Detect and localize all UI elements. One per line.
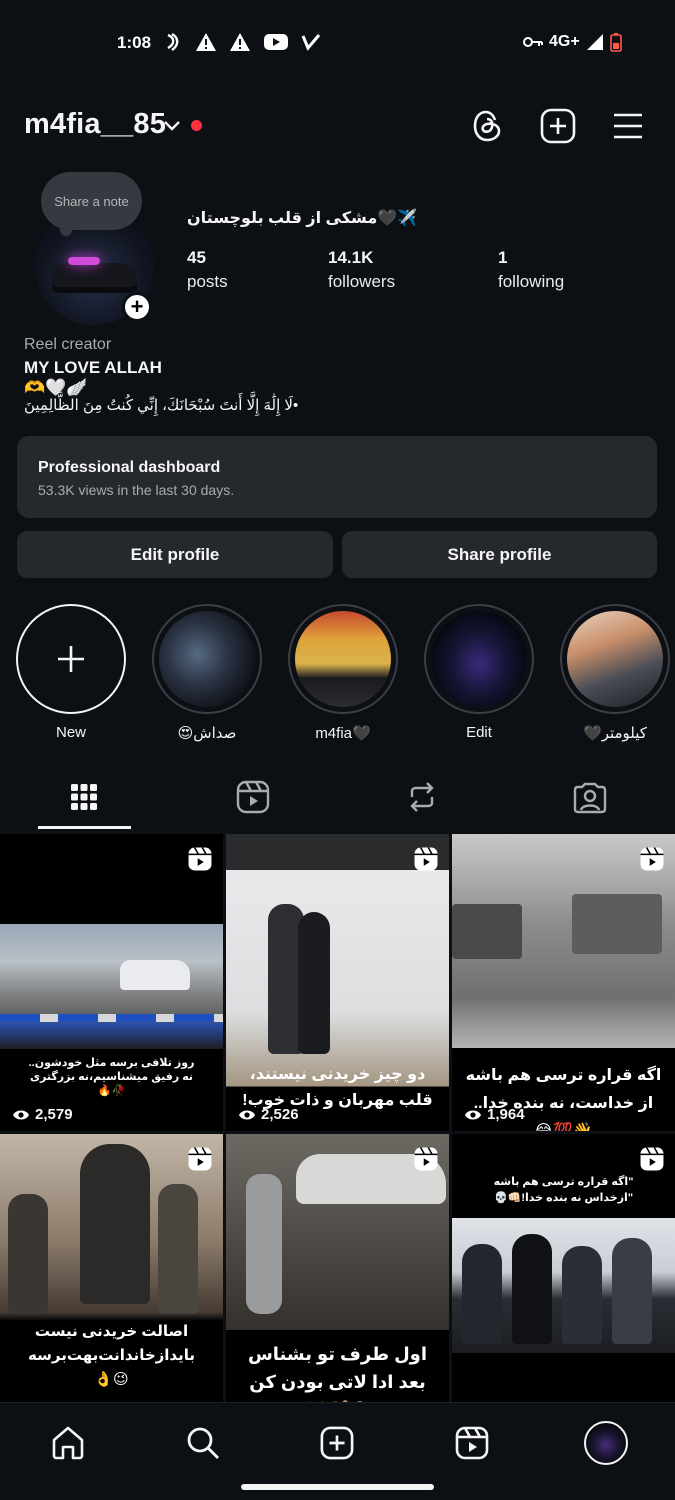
highlight-new[interactable]: New [16, 604, 126, 741]
reels-icon [455, 1426, 489, 1460]
view-count-text: 1,964 [487, 1106, 525, 1123]
plus-icon [58, 646, 84, 672]
post-caption: روز تلافی برسه مثل خودشون.. نه رفیق میشن… [28, 1057, 195, 1097]
profile-category: Reel creator [24, 336, 112, 353]
stat-label: following [498, 272, 565, 291]
nav-search[interactable] [181, 1421, 225, 1465]
menu-button[interactable] [608, 106, 648, 146]
highlight-item[interactable]: m4fia🖤 [288, 604, 398, 742]
post-tile[interactable]: اگه قراره ترسی هم باشه از خداست، نه بنده… [452, 834, 675, 1131]
add-story-button[interactable]: + [122, 292, 152, 322]
share-profile-button[interactable]: Share profile [342, 531, 657, 578]
highlight-item[interactable]: 😍صداش [152, 604, 262, 742]
create-button[interactable] [538, 106, 578, 146]
tagged-icon [573, 782, 607, 814]
highlight-label: 😍صداش [177, 725, 237, 742]
chevron-down-icon[interactable] [162, 116, 182, 136]
post-tile[interactable]: روز تلافی برسه مثل خودشون.. نه رفیق میشن… [0, 834, 223, 1131]
reels-icon [414, 847, 438, 871]
eye-icon [465, 1110, 481, 1119]
tab-posts-grid[interactable] [38, 772, 130, 822]
nav-home[interactable] [46, 1421, 90, 1465]
bio-line: 🫶🤍🪽 [24, 378, 88, 397]
stat-label: followers [328, 272, 396, 291]
dashboard-subtitle: 53.3K views in the last 30 days. [38, 482, 235, 498]
reels-icon [414, 1147, 438, 1171]
menu-icon [614, 113, 642, 139]
nav-profile[interactable] [584, 1421, 628, 1465]
view-count-text: 2,526 [261, 1106, 299, 1123]
eye-icon [239, 1110, 255, 1119]
reels-icon [188, 1147, 212, 1171]
view-count: 2,579 [12, 1106, 73, 1123]
post-tile[interactable]: دو چیز خریدنی نیستند، قلب مهربان و ذات خ… [226, 834, 449, 1131]
network-type: 4G+ [549, 33, 580, 50]
professional-dashboard[interactable]: Professional dashboard 53.3K views in th… [17, 436, 657, 518]
threads-button[interactable] [468, 106, 508, 146]
threads-icon [473, 110, 501, 142]
alert-icon [196, 33, 216, 51]
alert-icon [230, 33, 250, 51]
edit-profile-button[interactable]: Edit profile [17, 531, 333, 578]
active-tab-indicator [38, 826, 131, 829]
nav-reels[interactable] [450, 1421, 494, 1465]
check-icon [301, 34, 321, 51]
highlight-label: 🖤کیلومتر [583, 725, 647, 742]
profile-display-name: مشکی از قلب بلوچستان🖤✈️ [187, 210, 418, 227]
stat-label: posts [187, 272, 228, 291]
grid-icon [71, 784, 97, 810]
vpn-key-icon [523, 37, 543, 47]
eye-icon [13, 1110, 29, 1119]
reposts-icon [410, 782, 434, 812]
reels-icon [188, 847, 212, 871]
tab-reposts[interactable] [376, 772, 468, 822]
bio-line: لَا إِلَٰهَ إِلَّا أَنتَ سُبْحَانَكَ، إِ… [24, 397, 299, 414]
profile-avatar [584, 1421, 628, 1465]
highlight-label: Edit [466, 724, 492, 741]
post-tile[interactable]: اصالت خریدنی نیست بایدازخاندانت‌بهت‌برسه… [0, 1134, 223, 1431]
nav-create[interactable] [315, 1421, 359, 1465]
post-caption: اصالت خریدنی نیست بایدازخاندانت‌بهت‌برسه… [28, 1323, 195, 1388]
gesture-home-bar[interactable] [241, 1484, 434, 1490]
signal-icon [586, 34, 603, 50]
highlight-label: m4fia🖤 [315, 725, 371, 742]
status-time: 1:08 [117, 33, 152, 52]
search-icon [187, 1427, 219, 1459]
create-icon [540, 108, 576, 144]
youtube-icon [264, 34, 288, 50]
stat-posts[interactable]: 45 posts [187, 248, 228, 292]
tab-tagged[interactable] [544, 772, 636, 822]
post-tile[interactable]: "اگه قراره ترسی هم باشه "ازخداس نه بنده … [452, 1134, 675, 1431]
notification-dot [191, 120, 202, 131]
view-count: 1,964 [464, 1106, 525, 1123]
status-bar: 1:08 4G+ [0, 28, 675, 58]
reels-icon [640, 847, 664, 871]
highlight-item[interactable]: Edit [424, 604, 534, 741]
stat-value: 1 [498, 248, 508, 267]
view-count: 2,526 [238, 1106, 299, 1123]
bio-line: MY LOVE ALLAH [24, 358, 162, 377]
post-caption: "اگه قراره ترسی هم باشه "ازخداس نه بنده … [493, 1176, 634, 1204]
stat-value: 14.1K [328, 248, 374, 267]
reels-icon [640, 1147, 664, 1171]
highlight-item[interactable]: 🖤کیلومتر [560, 604, 670, 742]
stat-value: 45 [187, 248, 206, 267]
nfc-icon [167, 32, 179, 51]
battery-icon [609, 33, 622, 52]
stat-following[interactable]: 1 following [498, 248, 564, 292]
tab-reels[interactable] [207, 772, 299, 822]
post-tile[interactable]: اول طرف تو بشناس بعد ادا لاتی بودن کن 😂🐒… [226, 1134, 449, 1431]
dashboard-title: Professional dashboard [38, 459, 221, 476]
create-icon [320, 1426, 354, 1460]
view-count-text: 2,579 [35, 1106, 73, 1123]
stat-followers[interactable]: 14.1K followers [328, 248, 395, 292]
account-username[interactable]: m4fia__85 [24, 108, 166, 141]
share-note-bubble[interactable]: Share a note [41, 172, 142, 230]
reels-icon [236, 780, 270, 814]
highlight-label: New [55, 724, 86, 741]
home-icon [52, 1426, 84, 1460]
